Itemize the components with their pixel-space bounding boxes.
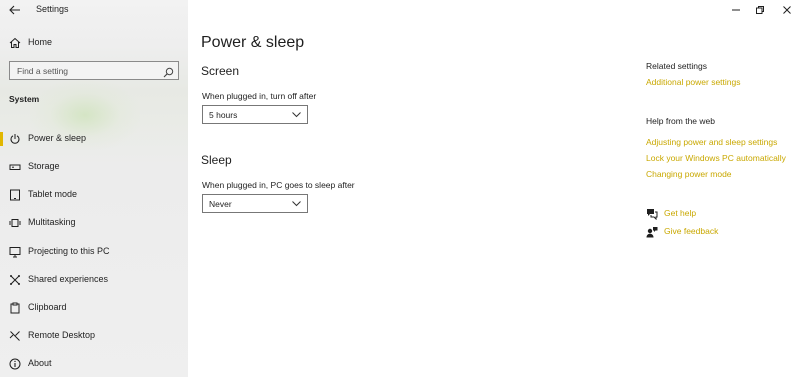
restore-icon bbox=[756, 6, 764, 14]
nav-item-label: Remote Desktop bbox=[28, 330, 96, 340]
give-feedback-label: Give feedback bbox=[664, 226, 719, 236]
nav-item-storage[interactable]: Storage bbox=[0, 155, 188, 179]
page-title: Power & sleep bbox=[201, 34, 305, 51]
close-button[interactable] bbox=[780, 4, 794, 16]
screen-timeout-label: When plugged in, turn off after bbox=[202, 91, 317, 101]
nav-item-clipboard[interactable]: Clipboard bbox=[0, 296, 188, 320]
shared-experiences-icon bbox=[8, 273, 22, 287]
nav-item-label: Power & sleep bbox=[28, 133, 87, 143]
sleep-heading: Sleep bbox=[201, 153, 232, 167]
give-feedback-icon bbox=[646, 225, 658, 238]
projecting-icon bbox=[8, 245, 22, 259]
remote-desktop-icon bbox=[8, 329, 22, 343]
screen-timeout-value: 5 hours bbox=[209, 110, 238, 120]
help-link-power-sleep[interactable]: Adjusting power and sleep settings bbox=[646, 137, 777, 147]
app-title: Settings bbox=[36, 4, 69, 14]
back-arrow-icon bbox=[9, 5, 20, 15]
nav-item-label: Multitasking bbox=[28, 217, 76, 227]
close-icon bbox=[783, 6, 791, 14]
screen-timeout-dropdown[interactable]: 5 hours bbox=[202, 105, 308, 124]
home-icon bbox=[8, 36, 22, 50]
back-button[interactable] bbox=[6, 2, 24, 18]
nav-item-label: Projecting to this PC bbox=[28, 246, 110, 256]
minimize-button[interactable] bbox=[729, 4, 743, 16]
tablet-icon bbox=[8, 188, 22, 202]
nav-home-label: Home bbox=[28, 37, 53, 47]
nav-item-power-sleep[interactable]: Power & sleep bbox=[0, 127, 188, 151]
nav-item-label: Shared experiences bbox=[28, 274, 109, 284]
power-icon bbox=[8, 132, 22, 146]
clipboard-icon bbox=[8, 301, 22, 315]
search-icon[interactable] bbox=[163, 65, 174, 78]
sleep-timeout-label: When plugged in, PC goes to sleep after bbox=[202, 180, 355, 190]
nav-item-about[interactable]: About bbox=[0, 352, 188, 376]
nav-item-multitasking[interactable]: Multitasking bbox=[0, 211, 188, 235]
search-input[interactable] bbox=[10, 62, 160, 79]
nav-item-label: Tablet mode bbox=[28, 189, 78, 199]
section-label: System bbox=[9, 94, 40, 104]
nav-home[interactable]: Home bbox=[0, 31, 188, 55]
additional-power-settings-link[interactable]: Additional power settings bbox=[646, 77, 741, 87]
nav-item-tablet-mode[interactable]: Tablet mode bbox=[0, 183, 188, 207]
selection-indicator bbox=[0, 132, 3, 146]
help-link-lock-pc[interactable]: Lock your Windows PC automatically bbox=[646, 153, 786, 163]
nav-item-shared-experiences[interactable]: Shared experiences bbox=[0, 268, 188, 292]
multitasking-icon bbox=[8, 216, 22, 230]
related-settings-heading: Related settings bbox=[646, 61, 707, 71]
minimize-icon bbox=[732, 9, 740, 11]
sleep-timeout-dropdown[interactable]: Never bbox=[202, 194, 308, 213]
sleep-timeout-value: Never bbox=[209, 199, 232, 209]
nav-item-projecting[interactable]: Projecting to this PC bbox=[0, 240, 188, 264]
chevron-down-icon bbox=[292, 112, 301, 118]
get-help-label: Get help bbox=[664, 208, 697, 218]
restore-button[interactable] bbox=[753, 4, 767, 16]
help-link-power-mode[interactable]: Changing power mode bbox=[646, 169, 732, 179]
nav-item-label: Clipboard bbox=[28, 302, 67, 312]
storage-icon bbox=[8, 160, 22, 174]
nav-item-label: About bbox=[28, 358, 52, 368]
screen-heading: Screen bbox=[201, 64, 240, 78]
search-box[interactable] bbox=[9, 61, 179, 80]
help-heading: Help from the web bbox=[646, 116, 715, 126]
chevron-down-icon bbox=[292, 201, 301, 207]
info-icon bbox=[8, 357, 22, 371]
nav-item-remote-desktop[interactable]: Remote Desktop bbox=[0, 324, 188, 348]
navigation-pane: Settings Home System Power & sleep Stora… bbox=[0, 0, 188, 377]
get-help-icon bbox=[646, 207, 658, 221]
nav-item-label: Storage bbox=[28, 161, 60, 171]
